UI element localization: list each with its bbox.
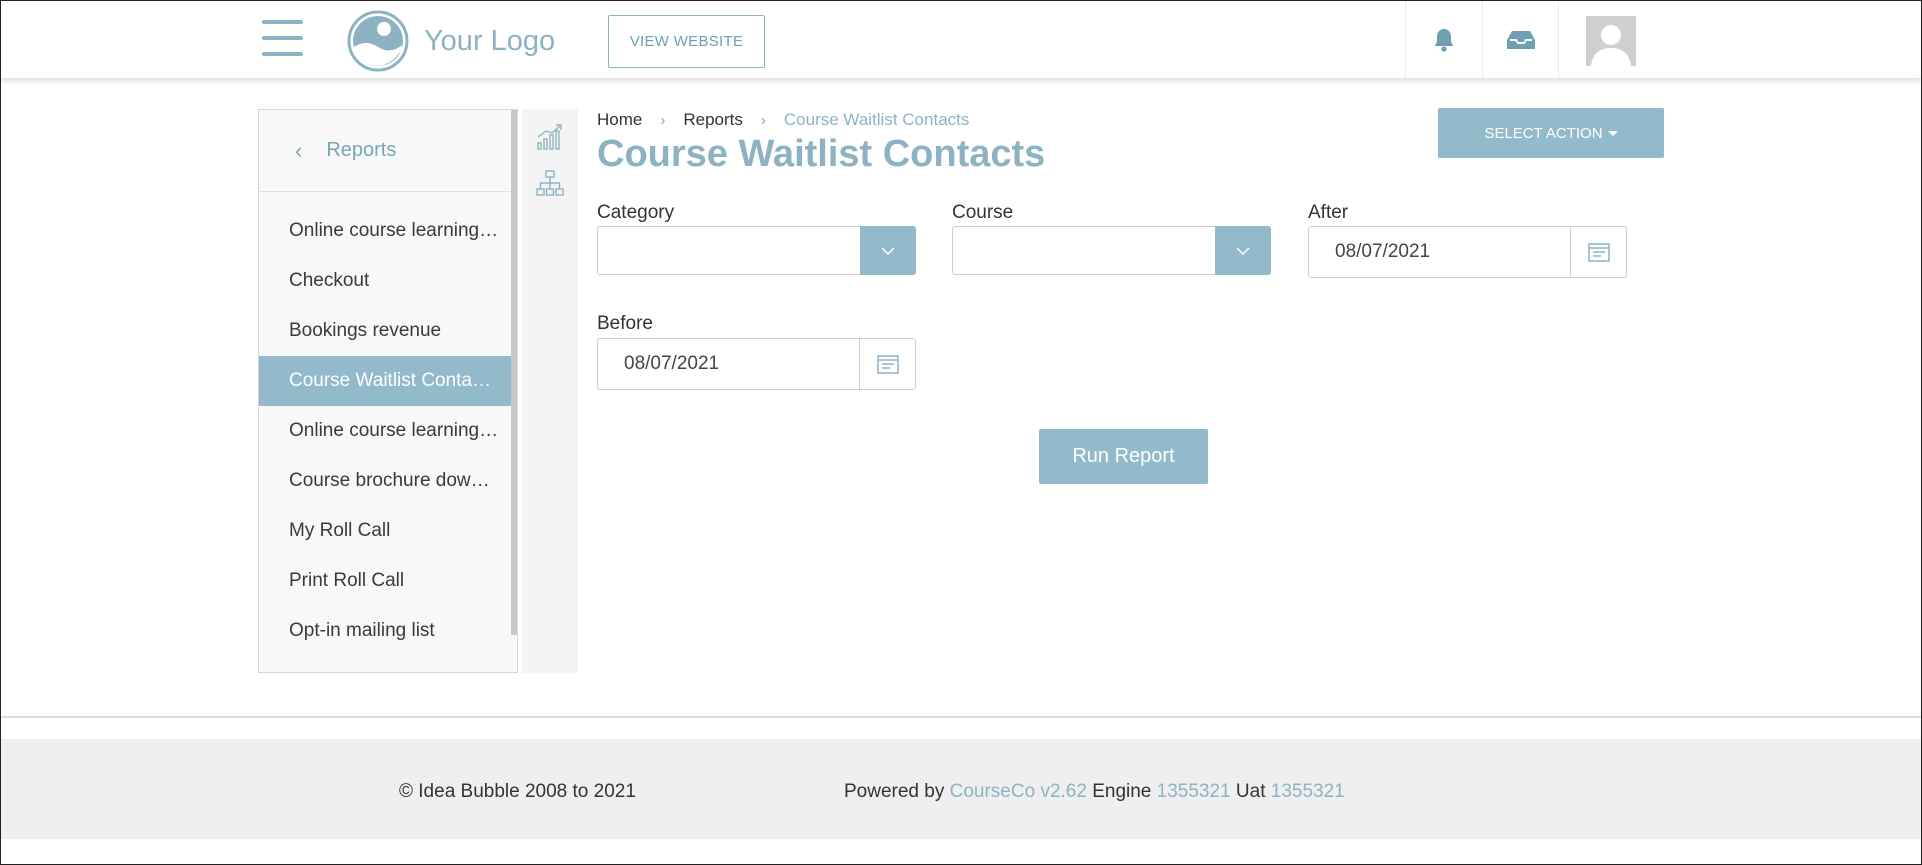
chevron-down-icon: [881, 246, 895, 255]
uat-label: Uat: [1235, 781, 1266, 802]
sidebar-item[interactable]: Online course learning…: [259, 206, 512, 256]
avatar[interactable]: [1586, 16, 1636, 66]
engine-version-link[interactable]: 1355321: [1157, 781, 1231, 802]
icon-rail: [522, 109, 578, 673]
after-date-value[interactable]: 08/07/2021: [1335, 241, 1430, 263]
course-dropdown-button[interactable]: [1215, 226, 1271, 275]
sidebar-item[interactable]: Print Roll Call: [259, 556, 512, 606]
chevron-left-icon: ‹: [295, 137, 303, 163]
sitemap-icon[interactable]: [536, 169, 564, 197]
after-label: After: [1308, 202, 1349, 223]
breadcrumb-current: Course Waitlist Contacts: [783, 110, 970, 129]
select-action-label: SELECT ACTION: [1484, 124, 1603, 142]
footer: © Idea Bubble 2008 to 2021 Powered by Co…: [1, 739, 1921, 839]
sidebar-item[interactable]: My Roll Call: [259, 506, 512, 556]
sidebar-item[interactable]: Course brochure dow…: [259, 456, 512, 506]
footer-copyright: © Idea Bubble 2008 to 2021: [399, 781, 636, 802]
after-calendar-button[interactable]: [1570, 227, 1626, 277]
caret-down-icon: [1607, 130, 1618, 136]
after-date-field[interactable]: 08/07/2021: [1308, 226, 1627, 278]
sidebar-back-to-reports[interactable]: ‹ Reports: [259, 110, 517, 192]
view-website-button[interactable]: VIEW WEBSITE: [608, 15, 765, 68]
sidebar-item[interactable]: Online course learning…: [259, 406, 512, 456]
reports-chart-icon[interactable]: [536, 123, 564, 151]
logo-icon: [347, 10, 409, 72]
sidebar-scrollbar[interactable]: [511, 110, 517, 635]
bell-icon: [1434, 28, 1454, 52]
engine-label: Engine: [1092, 781, 1152, 802]
breadcrumb-reports[interactable]: Reports: [683, 110, 743, 130]
user-avatar-icon: [1586, 16, 1636, 66]
page-title: Course Waitlist Contacts: [597, 133, 1046, 175]
inbox-icon: [1506, 30, 1535, 49]
reports-sidebar: ‹ Reports Online course learning… Checko…: [258, 109, 518, 673]
sidebar-item[interactable]: Checkout: [259, 256, 512, 306]
category-dropdown-button[interactable]: [860, 226, 916, 275]
run-report-button[interactable]: Run Report: [1039, 429, 1208, 484]
before-label: Before: [597, 313, 653, 334]
category-label: Category: [597, 202, 675, 223]
calendar-icon: [1587, 243, 1610, 262]
course-label: Course: [952, 202, 1014, 223]
powered-by-label: Powered by: [844, 781, 945, 802]
sidebar-item[interactable]: Bookings revenue: [259, 306, 512, 356]
sidebar-item-active[interactable]: Course Waitlist Conta…: [259, 356, 512, 406]
notifications-button[interactable]: [1405, 1, 1482, 78]
breadcrumb-separator: ›: [760, 111, 766, 129]
course-select[interactable]: [952, 226, 1271, 275]
calendar-icon: [876, 355, 899, 374]
sidebar-title: Reports: [326, 139, 397, 161]
sidebar-item[interactable]: Opt-in mailing list: [259, 606, 512, 656]
logo-text: Your Logo: [424, 24, 556, 57]
top-header: Your Logo VIEW WEBSITE: [1, 1, 1921, 79]
footer-divider: [1, 716, 1921, 718]
hamburger-menu-icon[interactable]: [262, 20, 303, 56]
inbox-button[interactable]: [1482, 1, 1559, 78]
category-select[interactable]: [597, 226, 916, 275]
breadcrumb-separator: ›: [660, 111, 666, 129]
uat-version-link[interactable]: 1355321: [1271, 781, 1345, 802]
sidebar-list: Online course learning… Checkout Booking…: [259, 206, 512, 656]
select-action-button[interactable]: SELECT ACTION: [1438, 108, 1664, 158]
product-version-link[interactable]: CourseCo v2.62: [950, 781, 1087, 802]
logo[interactable]: Your Logo: [346, 9, 555, 73]
breadcrumb: Home › Reports › Course Waitlist Contact…: [597, 110, 969, 130]
before-date-value[interactable]: 08/07/2021: [624, 353, 719, 375]
footer-powered-by: Powered by CourseCo v2.62 Engine 1355321…: [844, 781, 1345, 803]
before-date-field[interactable]: 08/07/2021: [597, 338, 916, 390]
chevron-down-icon: [1236, 246, 1250, 255]
before-calendar-button[interactable]: [859, 339, 915, 389]
breadcrumb-home[interactable]: Home: [597, 110, 642, 130]
